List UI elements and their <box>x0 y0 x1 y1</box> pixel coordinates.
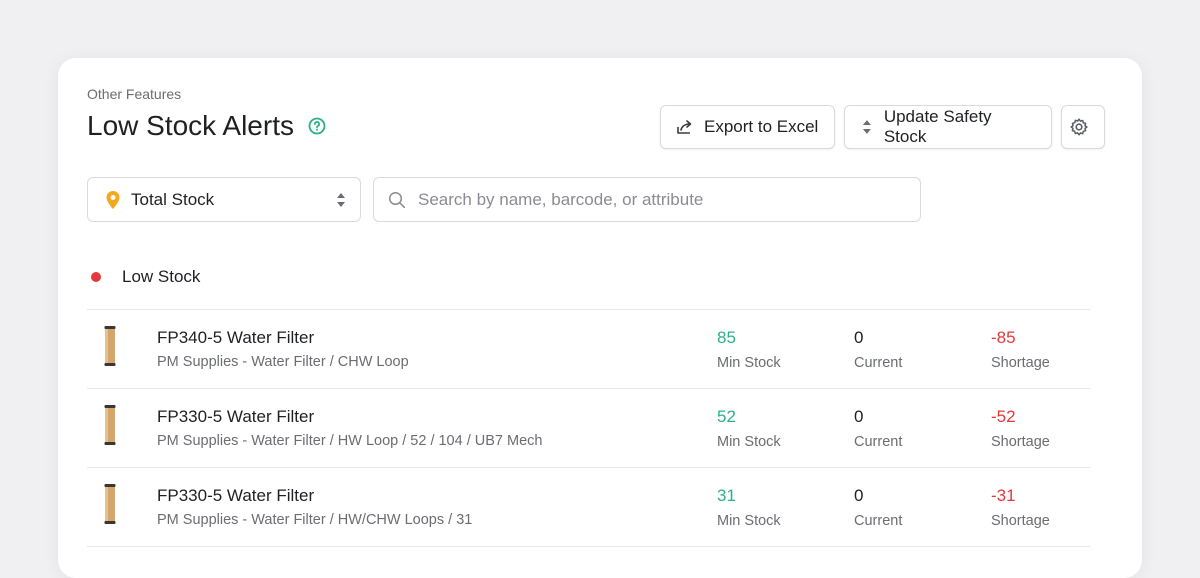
min-stock-label: Min Stock <box>717 513 781 529</box>
shortage-value: -52 <box>991 407 1016 426</box>
help-icon[interactable] <box>308 117 326 135</box>
min-stock-stat: 52 Min Stock <box>717 407 781 450</box>
section-title: Low Stock <box>122 267 201 286</box>
current-value: 0 <box>854 407 864 426</box>
alert-dot-icon <box>91 272 101 282</box>
shortage-value: -31 <box>991 486 1016 505</box>
current-value: 0 <box>854 328 864 347</box>
title-row: Low Stock Alerts <box>87 110 326 142</box>
min-stock-stat: 31 Min Stock <box>717 486 781 529</box>
item-path: PM Supplies - Water Filter / CHW Loop <box>157 354 409 370</box>
water-filter-thumbnail <box>104 484 116 524</box>
low-stock-section-header: Low Stock <box>91 267 200 287</box>
shortage-label: Shortage <box>991 355 1050 371</box>
divider <box>87 546 1090 547</box>
settings-button[interactable] <box>1061 105 1105 149</box>
current-label: Current <box>854 355 903 371</box>
location-select[interactable]: Total Stock <box>87 177 361 222</box>
update-safety-stock-button[interactable]: Update Safety Stock <box>844 105 1052 149</box>
low-stock-card: Other Features Low Stock Alerts Export t… <box>58 58 1142 578</box>
water-filter-thumbnail <box>104 326 116 366</box>
search-input[interactable] <box>416 188 906 211</box>
shortage-label: Shortage <box>991 434 1050 450</box>
export-label: Export to Excel <box>704 117 819 136</box>
location-select-value: Total Stock <box>131 189 215 209</box>
update-label: Update Safety Stock <box>883 107 992 146</box>
shortage-label: Shortage <box>991 513 1050 529</box>
min-stock-value: 31 <box>717 486 736 505</box>
shortage-stat: -85 Shortage <box>991 328 1050 371</box>
item-path: PM Supplies - Water Filter / HW Loop / 5… <box>157 433 543 449</box>
item-path: PM Supplies - Water Filter / HW/CHW Loop… <box>157 512 473 528</box>
gear-icon <box>1069 118 1088 136</box>
export-icon <box>677 120 692 134</box>
breadcrumb[interactable]: Other Features <box>87 86 181 102</box>
search-icon <box>388 191 406 208</box>
water-filter-thumbnail <box>104 405 116 445</box>
min-stock-stat: 85 Min Stock <box>717 328 781 371</box>
search-field[interactable] <box>373 177 921 222</box>
min-stock-value: 52 <box>717 407 736 426</box>
select-arrows-icon <box>337 192 345 207</box>
current-stat: 0 Current <box>854 486 902 529</box>
current-label: Current <box>854 434 903 450</box>
list-item[interactable]: FP330-5 Water Filter PM Supplies - Water… <box>87 388 1090 467</box>
item-name: FP330-5 Water Filter <box>157 486 315 505</box>
current-value: 0 <box>854 486 864 505</box>
list-item[interactable]: FP340-5 Water Filter PM Supplies - Water… <box>87 309 1090 388</box>
list-item[interactable]: FP330-5 Water Filter PM Supplies - Water… <box>87 467 1090 546</box>
shortage-stat: -31 Shortage <box>991 486 1050 529</box>
location-pin-icon <box>106 190 120 209</box>
page-title: Low Stock Alerts <box>87 110 294 141</box>
item-name: FP340-5 Water Filter <box>157 328 315 347</box>
current-stat: 0 Current <box>854 407 902 450</box>
export-to-excel-button[interactable]: Export to Excel <box>660 105 835 149</box>
current-stat: 0 Current <box>854 328 902 371</box>
sort-arrows-icon <box>862 120 871 134</box>
shortage-stat: -52 Shortage <box>991 407 1050 450</box>
min-stock-value: 85 <box>717 328 736 347</box>
current-label: Current <box>854 513 903 529</box>
min-stock-label: Min Stock <box>717 434 781 450</box>
shortage-value: -85 <box>991 328 1016 347</box>
min-stock-label: Min Stock <box>717 355 781 371</box>
item-name: FP330-5 Water Filter <box>157 407 315 426</box>
